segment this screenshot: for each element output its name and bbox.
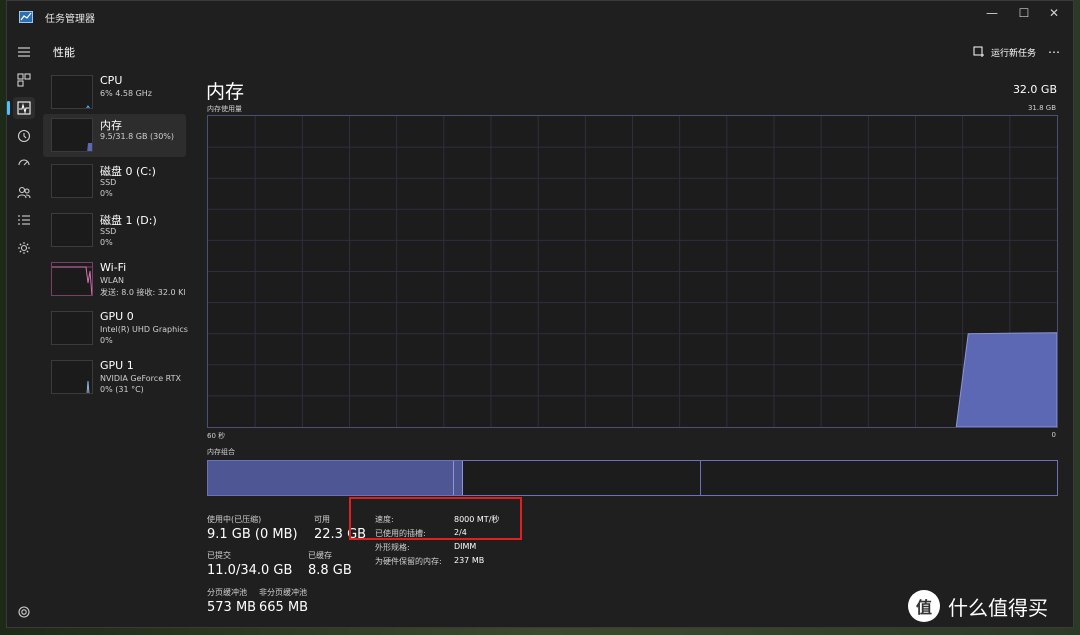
settings-icon[interactable] [17, 605, 31, 619]
gpu0-thumbnail [51, 311, 93, 345]
memory-composition-bar [207, 460, 1058, 496]
more-options-button[interactable]: ⋯ [1043, 41, 1065, 63]
device-name: 磁盘 1 (D:) [100, 214, 157, 227]
gpu1-thumbnail [51, 360, 93, 394]
stat-in-use: 使用中(已压缩) 9.1 GB (0 MB) [207, 514, 298, 542]
device-item-gpu1[interactable]: GPU 1 NVIDIA GeForce RTX 0% (31 °C) [43, 356, 186, 399]
stat-value: 9.1 GB (0 MB) [207, 527, 298, 542]
device-detail: WLAN [100, 276, 125, 285]
stat-label: 分页缓冲池 [207, 588, 247, 597]
spec-reserved-value: 237 MB [454, 556, 485, 565]
stat-label: 已缓存 [308, 551, 332, 560]
composition-modified [454, 461, 463, 495]
run-task-icon [973, 46, 984, 57]
device-usage: 0% (31 °C) [100, 385, 144, 394]
wifi-thumbnail [51, 262, 93, 296]
stat-committed: 已提交 11.0/34.0 GB [207, 550, 292, 578]
watermark-text: 什么值得买 [948, 595, 1048, 620]
composition-in-use [208, 461, 455, 495]
navigation-rail [7, 37, 41, 627]
spec-form-label: 外形规格: [375, 543, 410, 552]
device-detail: 9.5/31.8 GB (30%) [100, 132, 175, 141]
device-item-memory[interactable]: 内存 9.5/31.8 GB (30%) [43, 114, 186, 157]
close-button[interactable]: ✕ [1037, 1, 1071, 25]
device-name: Wi-Fi [100, 261, 127, 274]
users-icon[interactable] [13, 181, 35, 203]
stat-label: 使用中(已压缩) [207, 515, 262, 524]
spec-form-value: DIMM [454, 542, 477, 551]
device-detail: SSD [100, 227, 117, 236]
stat-value: 11.0/34.0 GB [207, 563, 293, 578]
memory-title: 内存 [206, 81, 245, 103]
memory-usage-label: 内存使用量 [207, 105, 242, 113]
memory-usage-graph [207, 115, 1058, 428]
spec-reserved-label: 为硬件保留的内存: [375, 557, 442, 566]
graph-time-start: 60 秒 [207, 432, 226, 440]
device-item-disk0[interactable]: 磁盘 0 (C:) SSD 0% [43, 160, 186, 203]
annotation-highlight-box [349, 497, 522, 540]
device-name: CPU [100, 74, 123, 87]
cpu-thumbnail [51, 75, 93, 109]
stat-cached: 已缓存 8.8 GB [308, 550, 352, 578]
device-detail: NVIDIA GeForce RTX [100, 374, 182, 383]
task-manager-app-icon [19, 11, 33, 23]
stat-value: 573 MB [207, 600, 257, 615]
device-item-disk1[interactable]: 磁盘 1 (D:) SSD 0% [43, 209, 186, 252]
processes-icon[interactable] [13, 69, 35, 91]
hamburger-icon[interactable] [13, 41, 35, 63]
device-usage: 0% [100, 336, 113, 345]
watermark-logo-icon: 值 [908, 590, 940, 622]
memory-max-label: 31.8 GB [1027, 104, 1056, 112]
memory-thumbnail [51, 118, 93, 152]
device-name: 内存 [100, 119, 122, 132]
window-title: 任务管理器 [45, 14, 95, 25]
minimize-button[interactable]: — [975, 1, 1009, 25]
maximize-button[interactable]: ☐ [1007, 1, 1041, 25]
page-title: 性能 [53, 46, 75, 59]
device-name: GPU 1 [100, 359, 134, 372]
title-bar: 任务管理器 — ☐ ✕ [7, 1, 1073, 33]
stat-paged-pool: 分页缓冲池 573 MB [207, 587, 256, 615]
device-name: 磁盘 0 (C:) [100, 165, 156, 178]
memory-usage-area [955, 332, 1057, 427]
device-item-wifi[interactable]: Wi-Fi WLAN 发送: 8.0 接收: 32.0 Kl [43, 258, 186, 301]
run-new-task-button[interactable]: 运行新任务 [969, 41, 1040, 63]
device-item-cpu[interactable]: CPU 6% 4.58 GHz [43, 71, 186, 114]
device-usage: 0% [100, 238, 113, 247]
device-item-gpu0[interactable]: GPU 0 Intel(R) UHD Graphics 0% [43, 307, 188, 350]
stat-label: 非分页缓冲池 [259, 588, 307, 597]
app-history-icon[interactable] [13, 125, 35, 147]
performance-icon[interactable] [13, 97, 35, 119]
memory-composition-label: 内存组合 [207, 448, 235, 456]
device-detail: 6% 4.58 GHz [100, 89, 153, 98]
run-new-task-label: 运行新任务 [991, 48, 1037, 59]
services-icon[interactable] [13, 237, 35, 259]
stat-value: 665 MB [259, 600, 309, 615]
details-icon[interactable] [13, 209, 35, 231]
disk0-thumbnail [51, 164, 93, 198]
composition-standby-divider [700, 461, 702, 495]
device-usage: 发送: 8.0 接收: 32.0 Kl [100, 288, 186, 297]
device-usage: 0% [100, 189, 113, 198]
disk1-thumbnail [51, 213, 93, 247]
active-indicator [7, 101, 10, 115]
task-manager-window: 任务管理器 — ☐ ✕ 性能 运行新任务 ⋯ CPU 6% 4.58 GHz 内… [6, 0, 1074, 628]
stat-nonpaged-pool: 非分页缓冲池 665 MB [259, 587, 308, 615]
stat-value: 8.8 GB [308, 563, 352, 578]
watermark: 值 什么值得买 [908, 590, 1048, 622]
startup-icon[interactable] [13, 153, 35, 175]
device-detail: Intel(R) UHD Graphics [100, 325, 188, 334]
stat-label: 已提交 [207, 551, 231, 560]
device-detail: SSD [100, 178, 117, 187]
total-memory: 32.0 GB [1012, 83, 1057, 96]
graph-time-end: 0 [1051, 431, 1056, 439]
device-name: GPU 0 [100, 310, 134, 323]
